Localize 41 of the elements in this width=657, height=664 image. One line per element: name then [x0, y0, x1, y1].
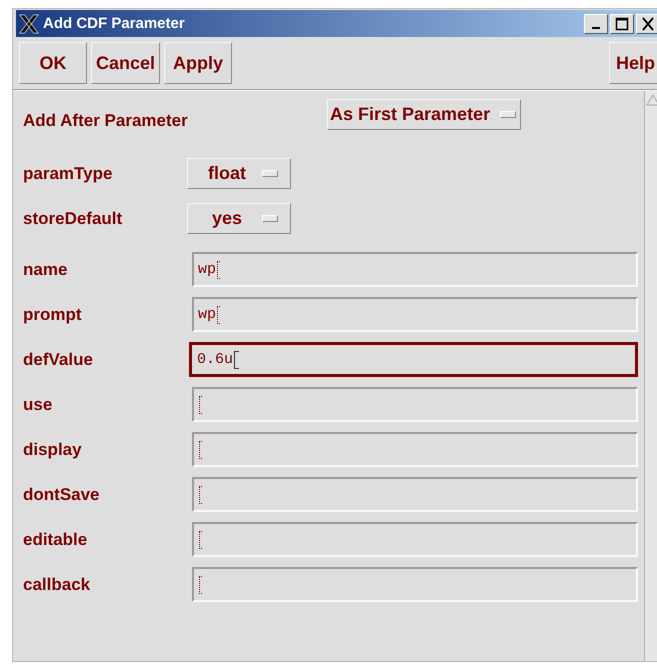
dropdown-indicator-icon [500, 111, 516, 118]
text-cursor-icon [217, 260, 220, 278]
window-title: Add CDF Parameter [43, 15, 185, 32]
text-field[interactable] [192, 432, 638, 467]
text-cursor-icon [234, 350, 240, 368]
text-field[interactable] [192, 522, 638, 557]
text-cursor-icon [217, 306, 220, 324]
field-label: defValue [23, 350, 94, 370]
x-logo-icon [18, 12, 40, 34]
toolbar-button[interactable]: OK [19, 42, 87, 84]
text-cursor-icon [199, 530, 202, 548]
dropdown-button[interactable]: float [187, 158, 291, 189]
toolbar-button[interactable]: Cancel [91, 42, 160, 84]
dropdown-indicator-icon [262, 215, 278, 222]
text-field[interactable]: wp [192, 297, 638, 332]
field-label: dontSave [23, 484, 101, 504]
dropdown-indicator-icon [262, 170, 278, 177]
text-cursor-icon [199, 486, 202, 504]
field-label: name [23, 260, 68, 280]
field-label: display [23, 440, 83, 460]
text-field[interactable] [192, 477, 638, 512]
field-label: use [23, 394, 54, 414]
text-field[interactable] [192, 567, 638, 602]
field-label: prompt [23, 304, 83, 324]
text-cursor-icon [199, 396, 202, 414]
text-cursor-icon [199, 440, 202, 458]
field-label: paramType [23, 164, 114, 184]
help-button[interactable]: Help [608, 42, 657, 84]
text-field[interactable]: wp [192, 252, 638, 287]
text-field[interactable] [192, 387, 638, 422]
dropdown-button[interactable]: yes [187, 203, 291, 234]
dropdown-button[interactable]: As First Parameter [327, 99, 522, 130]
text-field[interactable]: 0.6u [189, 342, 638, 377]
field-label: storeDefault [23, 208, 124, 228]
field-label: Add After Parameter [23, 111, 189, 131]
text-cursor-icon [199, 576, 202, 594]
scroll-up-icon[interactable] [646, 93, 657, 107]
scrollbar[interactable] [644, 91, 657, 661]
toolbar-button[interactable]: Apply [164, 42, 232, 84]
field-label: callback [23, 574, 92, 594]
field-label: editable [23, 530, 88, 550]
